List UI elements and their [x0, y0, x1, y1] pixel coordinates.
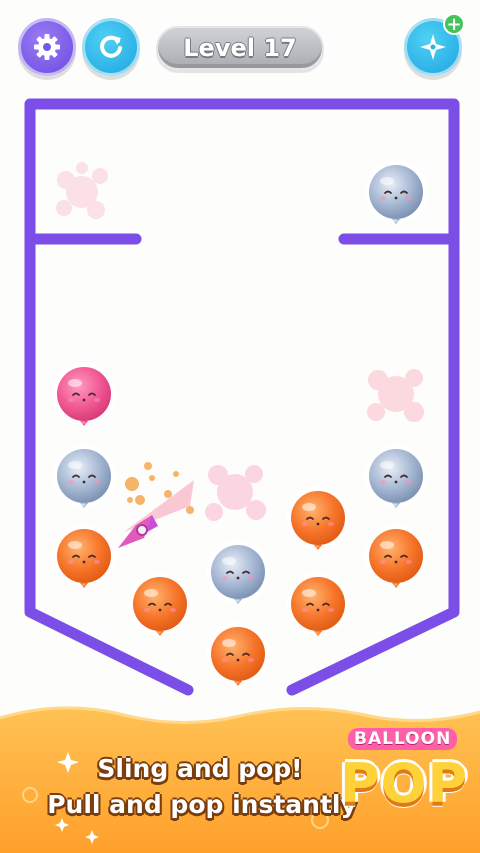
- orange-balloon[interactable]: [52, 524, 116, 588]
- orange-balloon[interactable]: [364, 524, 428, 588]
- logo-word-pop: POP: [340, 752, 469, 815]
- splat-pink-center: [205, 465, 266, 521]
- blue-balloon[interactable]: [52, 444, 116, 508]
- pink-balloon[interactable]: [52, 362, 116, 426]
- logo-word-balloon: BALLOON: [348, 728, 458, 750]
- game-board: [24, 98, 460, 696]
- orange-balloon[interactable]: [286, 572, 350, 636]
- splat-pink-right: [367, 369, 424, 422]
- blue-balloon[interactable]: [364, 444, 428, 508]
- blue-balloon[interactable]: [364, 160, 428, 224]
- blue-balloon[interactable]: [206, 540, 270, 604]
- splat-pink-top: [56, 162, 108, 219]
- orange-balloon[interactable]: [206, 622, 270, 686]
- orange-balloon[interactable]: [128, 572, 192, 636]
- banner-line-2: Pull and pop instantly: [47, 790, 357, 819]
- banner-line-1: Sling and pop!: [97, 754, 303, 783]
- balloon-pop-logo: BALLOON POP: [336, 722, 469, 832]
- slingshot-launcher[interactable]: [118, 462, 194, 548]
- orange-balloon[interactable]: [286, 486, 350, 550]
